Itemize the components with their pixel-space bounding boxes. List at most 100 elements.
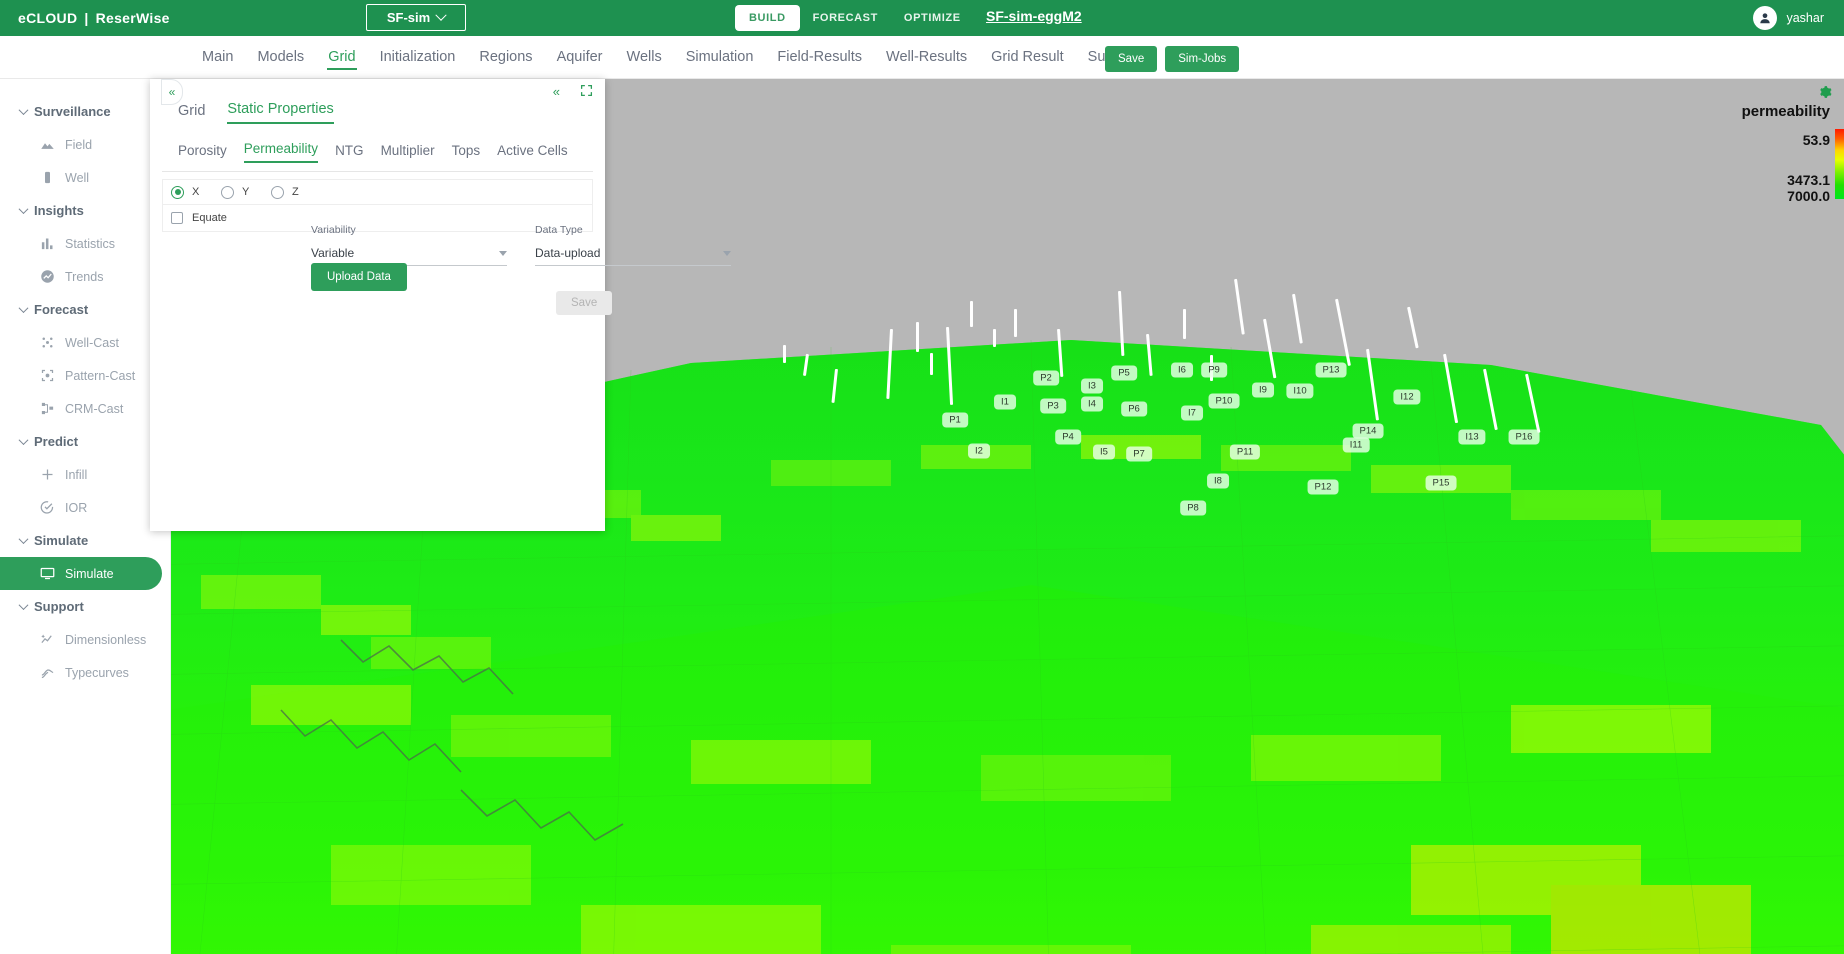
nav-item-grid[interactable]: Grid: [316, 36, 367, 79]
sidebar-group-surveillance[interactable]: Surveillance: [0, 95, 170, 128]
sim-jobs-button[interactable]: Sim-Jobs: [1165, 46, 1240, 72]
tab-permeability[interactable]: Permeability: [243, 141, 319, 163]
sidebar-item-label: IOR: [65, 500, 88, 515]
well-label[interactable]: I11: [1342, 437, 1370, 453]
tab-grid[interactable]: Grid: [178, 103, 205, 124]
well-trajectory: [970, 301, 973, 327]
chevron-down-icon: [18, 105, 29, 116]
nav-item-regions[interactable]: Regions: [467, 36, 544, 79]
well-label[interactable]: P15: [1425, 475, 1457, 491]
tab-porosity[interactable]: Porosity: [178, 143, 227, 163]
upload-data-button[interactable]: Upload Data: [311, 263, 407, 291]
sidebar-item-label: Simulate: [65, 566, 114, 581]
sidebar-group-simulate[interactable]: Simulate: [0, 524, 170, 557]
nav-item-well-results[interactable]: Well-Results: [874, 36, 979, 79]
well-label[interactable]: P11: [1229, 444, 1261, 460]
nav-item-simulation[interactable]: Simulation: [674, 36, 766, 79]
sidebar-item-pattern-cast[interactable]: Pattern-Cast: [0, 359, 170, 392]
sidebar-item-well-cast[interactable]: Well-Cast: [0, 326, 170, 359]
sidebar-group-support[interactable]: Support: [0, 590, 170, 623]
radio-direction-x[interactable]: X: [171, 185, 221, 199]
sidebar-group-forecast[interactable]: Forecast: [0, 293, 170, 326]
variability-value: Variable: [311, 246, 355, 260]
well-label[interactable]: P16: [1508, 429, 1540, 445]
sidebar-item-crm-cast[interactable]: CRM-Cast: [0, 392, 170, 425]
well-label[interactable]: P13: [1315, 362, 1347, 378]
sidebar-item-ior[interactable]: IOR: [0, 491, 170, 524]
nav-item-field-results[interactable]: Field-Results: [765, 36, 874, 79]
panel-icon-group: «: [553, 84, 593, 99]
tab-static-properties[interactable]: Static Properties: [227, 101, 334, 124]
sidebar-item-label: CRM-Cast: [65, 401, 124, 416]
well-label[interactable]: P8: [1180, 500, 1206, 516]
sidebar-item-field[interactable]: Field: [0, 128, 170, 161]
variability-label: Variability: [311, 224, 356, 236]
well-label[interactable]: I9: [1252, 382, 1274, 398]
well-label[interactable]: P3: [1040, 398, 1066, 414]
tab-forecast[interactable]: FORECAST: [800, 5, 891, 31]
well-label[interactable]: I3: [1081, 378, 1103, 394]
well-label[interactable]: P10: [1208, 393, 1240, 409]
tab-ntg[interactable]: NTG: [335, 143, 364, 163]
tab-active-cells[interactable]: Active Cells: [497, 143, 568, 163]
radio-direction-y[interactable]: Y: [221, 185, 271, 199]
well-label[interactable]: I2: [968, 443, 990, 459]
sidebar-item-trends[interactable]: Trends: [0, 260, 170, 293]
crm-nodes-icon: [40, 401, 55, 416]
checkbox-icon[interactable]: [171, 212, 183, 224]
model-selector-dropdown[interactable]: SF-sim: [366, 4, 466, 31]
well-label[interactable]: I1: [994, 394, 1016, 410]
well-label[interactable]: I6: [1171, 362, 1193, 378]
well-label[interactable]: P12: [1307, 479, 1339, 495]
sidebar-item-typecurves[interactable]: Typecurves: [0, 656, 170, 689]
nav-item-main[interactable]: Main: [190, 36, 245, 79]
well-label[interactable]: P6: [1121, 401, 1147, 417]
nav-item-grid-result[interactable]: Grid Result: [979, 36, 1076, 79]
well-label[interactable]: I12: [1393, 389, 1421, 405]
chevron-down-icon: [18, 303, 29, 314]
tab-multiplier[interactable]: Multiplier: [381, 143, 435, 163]
user-menu[interactable]: yashar: [1753, 0, 1824, 36]
well-label[interactable]: I7: [1181, 405, 1203, 421]
case-name-link[interactable]: SF-sim-eggM2: [986, 8, 1082, 24]
tab-tops[interactable]: Tops: [452, 143, 481, 163]
well-label[interactable]: I5: [1093, 444, 1115, 460]
save-button[interactable]: Save: [1105, 46, 1158, 72]
well-label[interactable]: P4: [1055, 429, 1081, 445]
sidebar-group-predict[interactable]: Predict: [0, 425, 170, 458]
panel-tabs-level1: Grid Static Properties: [178, 101, 334, 124]
well-label[interactable]: P5: [1111, 365, 1137, 381]
well-label[interactable]: P9: [1201, 362, 1227, 378]
sidebar-item-well[interactable]: Well: [0, 161, 170, 194]
sidebar-collapse-button[interactable]: «: [161, 79, 183, 105]
sidebar-item-infill[interactable]: Infill: [0, 458, 170, 491]
gear-icon[interactable]: [1818, 85, 1832, 104]
panel-collapse-icon[interactable]: «: [553, 85, 560, 98]
nav-item-initialization[interactable]: Initialization: [368, 36, 468, 79]
well-label[interactable]: P1: [942, 412, 968, 428]
well-label[interactable]: I4: [1081, 396, 1103, 412]
sidebar-item-statistics[interactable]: Statistics: [0, 227, 170, 260]
sidebar-item-dimensionless[interactable]: Dimensionless: [0, 623, 170, 656]
sidebar-group-label: Simulate: [34, 533, 89, 548]
well-label[interactable]: P14: [1352, 423, 1384, 439]
nav-item-aquifer[interactable]: Aquifer: [545, 36, 615, 79]
well-label[interactable]: I10: [1286, 383, 1314, 399]
sidebar-item-simulate[interactable]: Simulate: [0, 557, 162, 590]
well-trajectory: [993, 329, 996, 347]
data-type-select[interactable]: Data-upload: [535, 246, 731, 266]
nav-item-models[interactable]: Models: [245, 36, 316, 79]
well-label[interactable]: P7: [1126, 446, 1152, 462]
radio-direction-z[interactable]: Z: [271, 185, 321, 199]
legend-title: permeability: [1741, 103, 1830, 120]
avatar: [1753, 6, 1778, 30]
tab-build[interactable]: BUILD: [735, 5, 800, 31]
well-label[interactable]: I8: [1207, 473, 1229, 489]
tab-optimize[interactable]: OPTIMIZE: [891, 5, 974, 31]
well-label[interactable]: P2: [1033, 370, 1059, 386]
sidebar-group-insights[interactable]: Insights: [0, 194, 170, 227]
nav-item-wells[interactable]: Wells: [615, 36, 674, 79]
well-label[interactable]: I13: [1458, 429, 1486, 445]
panel-save-button[interactable]: Save: [556, 291, 613, 315]
fullscreen-icon[interactable]: [580, 84, 593, 99]
